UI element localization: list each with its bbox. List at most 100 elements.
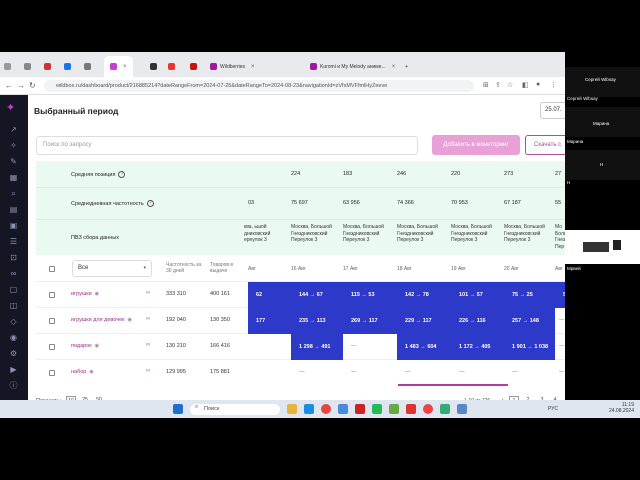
share-icon[interactable]: ⇪: [495, 81, 501, 89]
tab-icon-8[interactable]: [190, 56, 197, 77]
box-icon[interactable]: ◫: [9, 301, 18, 310]
chrome-icon[interactable]: [321, 404, 331, 414]
extensions-icon[interactable]: ◧: [522, 81, 529, 89]
list-icon[interactable]: ☰: [9, 237, 18, 246]
app-icon[interactable]: [355, 404, 365, 414]
chart-icon[interactable]: ▤: [9, 205, 18, 214]
eye-icon[interactable]: ◉: [89, 369, 93, 375]
horizontal-scrollbar[interactable]: [398, 384, 508, 386]
position-cell: 62: [248, 282, 291, 308]
system-clock[interactable]: 11:19 24.08.2024: [609, 402, 634, 414]
avg-frequency-value: 63 956: [343, 200, 360, 206]
logo-icon: ✦: [6, 102, 16, 114]
url-field[interactable]: wildbox.ru/dashboard/product/216885214?d…: [44, 80, 474, 92]
language-indicator[interactable]: РУС: [548, 406, 558, 412]
tab-wildberries[interactable]: Wildberries ×: [210, 56, 255, 77]
participant-video-tile[interactable]: [565, 230, 640, 264]
edge-icon[interactable]: [304, 404, 314, 414]
help-icon[interactable]: ?: [146, 200, 154, 207]
tab-icon-4[interactable]: [64, 56, 71, 77]
profile-icon[interactable]: ●: [536, 81, 540, 88]
link-icon[interactable]: ∞: [146, 316, 150, 322]
edit-icon[interactable]: ✎: [9, 157, 18, 166]
row-checkbox[interactable]: [49, 370, 55, 376]
new-tab-button[interactable]: +: [405, 56, 408, 77]
link-icon[interactable]: ∞: [9, 269, 18, 278]
taskbar-search[interactable]: Поиск: [190, 404, 280, 415]
video-icon[interactable]: ▶: [9, 365, 18, 374]
tab-kuromi[interactable]: Kuromi и My Melody аниме... ×: [310, 56, 395, 77]
app-icon[interactable]: [457, 404, 467, 414]
position-cell: 177: [248, 308, 291, 334]
menu-icon[interactable]: ⋮: [550, 81, 557, 89]
keyword-filter-select[interactable]: Все ▾: [72, 260, 152, 277]
keyword-link[interactable]: игрушки для девочек ◉: [71, 317, 132, 323]
tab-icon-1[interactable]: [4, 56, 11, 77]
tab-active[interactable]: ×: [104, 56, 133, 77]
back-icon[interactable]: ←: [5, 81, 13, 90]
participant-tile[interactable]: Марина: [565, 107, 640, 137]
document-icon[interactable]: ▣: [9, 221, 18, 230]
windows-start-icon[interactable]: [173, 404, 183, 414]
eye-icon[interactable]: ◉: [95, 343, 99, 349]
forward-icon[interactable]: →: [17, 81, 25, 90]
app-icon[interactable]: [338, 404, 348, 414]
info-icon[interactable]: ⓘ: [9, 381, 18, 390]
arrow-icon[interactable]: ↗: [9, 125, 18, 134]
tag-icon[interactable]: ◇: [9, 317, 18, 326]
participant-tile[interactable]: Сергей Wibsay: [565, 67, 640, 97]
table-row[interactable]: игрушки для девочек ◉ ∞ 192 040 130 350 1…: [36, 308, 565, 334]
select-all-checkbox[interactable]: [49, 266, 55, 272]
keyword-link[interactable]: набор ◉: [71, 369, 94, 375]
search-icon[interactable]: ⌕: [9, 189, 18, 198]
table-row[interactable]: набор ◉ ∞ 129 995 175 881 — — — — — —: [36, 360, 565, 384]
tab-icon-5[interactable]: [84, 56, 91, 77]
frequency-column-header[interactable]: Частотность за 30 дней: [166, 262, 202, 274]
table-row[interactable]: игрушки ◉ ∞ 333 310 400 161 62 144 → 67 1…: [36, 282, 565, 308]
add-to-monitoring-button[interactable]: Добавить в мониторинг: [432, 135, 520, 155]
date-column-header: 19 Авг: [451, 266, 466, 272]
folder-icon[interactable]: ▢: [9, 285, 18, 294]
close-icon[interactable]: ×: [251, 64, 255, 70]
keyword-link[interactable]: подарок ◉: [71, 343, 99, 349]
tab-icon-6[interactable]: [150, 56, 157, 77]
main-content: Выбранный период 25.07. Поиск по запросу…: [28, 95, 565, 418]
eye-icon[interactable]: ◉: [95, 291, 99, 297]
yandex-icon[interactable]: [406, 404, 416, 414]
empty-cell: —: [299, 369, 305, 375]
row-checkbox[interactable]: [49, 344, 55, 350]
app-icon[interactable]: [372, 404, 382, 414]
row-checkbox[interactable]: [49, 292, 55, 298]
goods-column-header[interactable]: Товаров в выдаче: [210, 262, 240, 274]
close-icon[interactable]: ×: [392, 64, 396, 70]
grid-icon[interactable]: ▦: [9, 173, 18, 182]
link-icon[interactable]: ∞: [146, 290, 150, 296]
tab-icon-7[interactable]: [168, 56, 175, 77]
star-icon[interactable]: ✧: [9, 141, 18, 150]
app-icon[interactable]: [389, 404, 399, 414]
participant-tile[interactable]: Н: [565, 150, 640, 180]
user-icon[interactable]: ◉: [9, 333, 18, 342]
file-explorer-icon[interactable]: [287, 404, 297, 414]
settings-icon[interactable]: ⚙: [9, 349, 18, 358]
star-icon[interactable]: ☆: [507, 81, 513, 89]
help-icon[interactable]: ?: [118, 171, 126, 178]
download-button[interactable]: Скачать с: [525, 135, 565, 155]
install-icon[interactable]: ⊞: [483, 81, 489, 89]
app-icon[interactable]: [440, 404, 450, 414]
close-icon[interactable]: ×: [123, 64, 127, 70]
search-input[interactable]: Поиск по запросу: [36, 136, 418, 155]
row-checkbox[interactable]: [49, 318, 55, 324]
app-icon[interactable]: [423, 404, 433, 414]
date-range-picker[interactable]: 25.07.: [540, 102, 565, 119]
link-icon[interactable]: ∞: [146, 342, 150, 348]
cart-icon[interactable]: ⊡: [9, 253, 18, 262]
eye-icon[interactable]: ◉: [128, 317, 132, 323]
tab-icon-2[interactable]: [24, 56, 31, 77]
table-row[interactable]: подарок ◉ ∞ 130 210 166 416 1 298 → 491 —…: [36, 334, 565, 360]
meeting-participants-panel: Сергей Wibsay Сергей Wibsay Марина Марин…: [565, 52, 640, 418]
keyword-link[interactable]: игрушки ◉: [71, 291, 99, 297]
link-icon[interactable]: ∞: [146, 368, 150, 374]
tab-icon-3[interactable]: [44, 56, 51, 77]
reload-icon[interactable]: ↻: [29, 81, 36, 90]
